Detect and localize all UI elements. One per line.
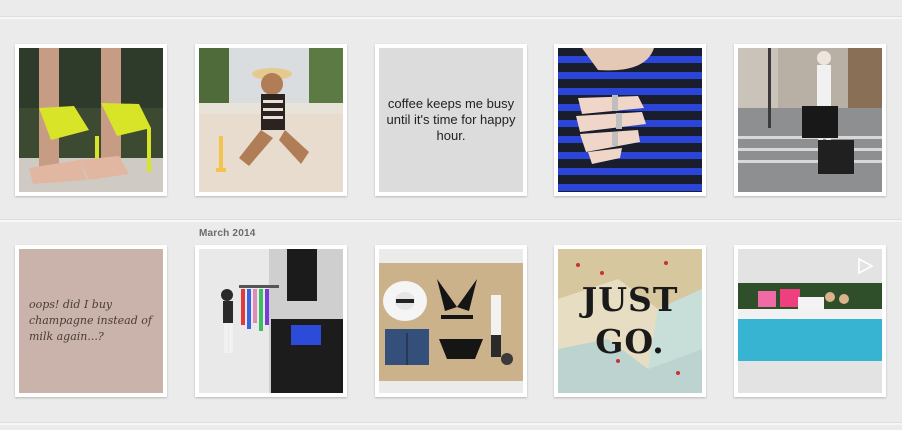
post-thumbnail-photoshoot[interactable] [195, 245, 347, 397]
post-thumbnail-rings[interactable] [554, 44, 706, 196]
just-go-overlay: JUST GO. [558, 249, 702, 393]
just-go-photo: JUST GO. [558, 249, 702, 393]
post-thumbnail-shopping[interactable] [734, 44, 886, 196]
quote-coffee-label: coffee keeps me busy until it's time for… [386, 96, 516, 143]
photoshoot-photo [199, 249, 343, 393]
swimsuit-photo [199, 48, 343, 192]
shopping-photo [738, 48, 882, 192]
play-icon[interactable] [856, 257, 874, 275]
post-quote-coffee[interactable]: coffee keeps me busy until it's time for… [375, 44, 527, 196]
post-thumbnail-flatlay[interactable] [375, 245, 527, 397]
divider-top [0, 16, 902, 19]
quote-champagne-label: oops! did I buy champagne instead of mil… [29, 298, 152, 343]
divider-middle [0, 219, 902, 222]
post-quote-champagne[interactable]: oops! did I buy champagne instead of mil… [15, 245, 167, 397]
flatlay-photo [379, 249, 523, 393]
just-go-line-2: GO. [595, 322, 665, 361]
rings-photo [558, 48, 702, 192]
month-label: March 2014 [199, 228, 256, 239]
pool-video-thumbnail [738, 249, 882, 393]
heels-photo [19, 48, 163, 192]
quote-champagne-text: oops! did I buy champagne instead of mil… [19, 249, 163, 393]
quote-coffee-text: coffee keeps me busy until it's time for… [379, 48, 523, 192]
divider-bottom [0, 422, 902, 425]
post-thumbnail-heels[interactable] [15, 44, 167, 196]
post-video-pool[interactable] [734, 245, 886, 397]
post-thumbnail-swimsuit[interactable] [195, 44, 347, 196]
post-thumbnail-just-go[interactable]: JUST GO. [554, 245, 706, 397]
just-go-line-1: JUST [581, 280, 679, 319]
